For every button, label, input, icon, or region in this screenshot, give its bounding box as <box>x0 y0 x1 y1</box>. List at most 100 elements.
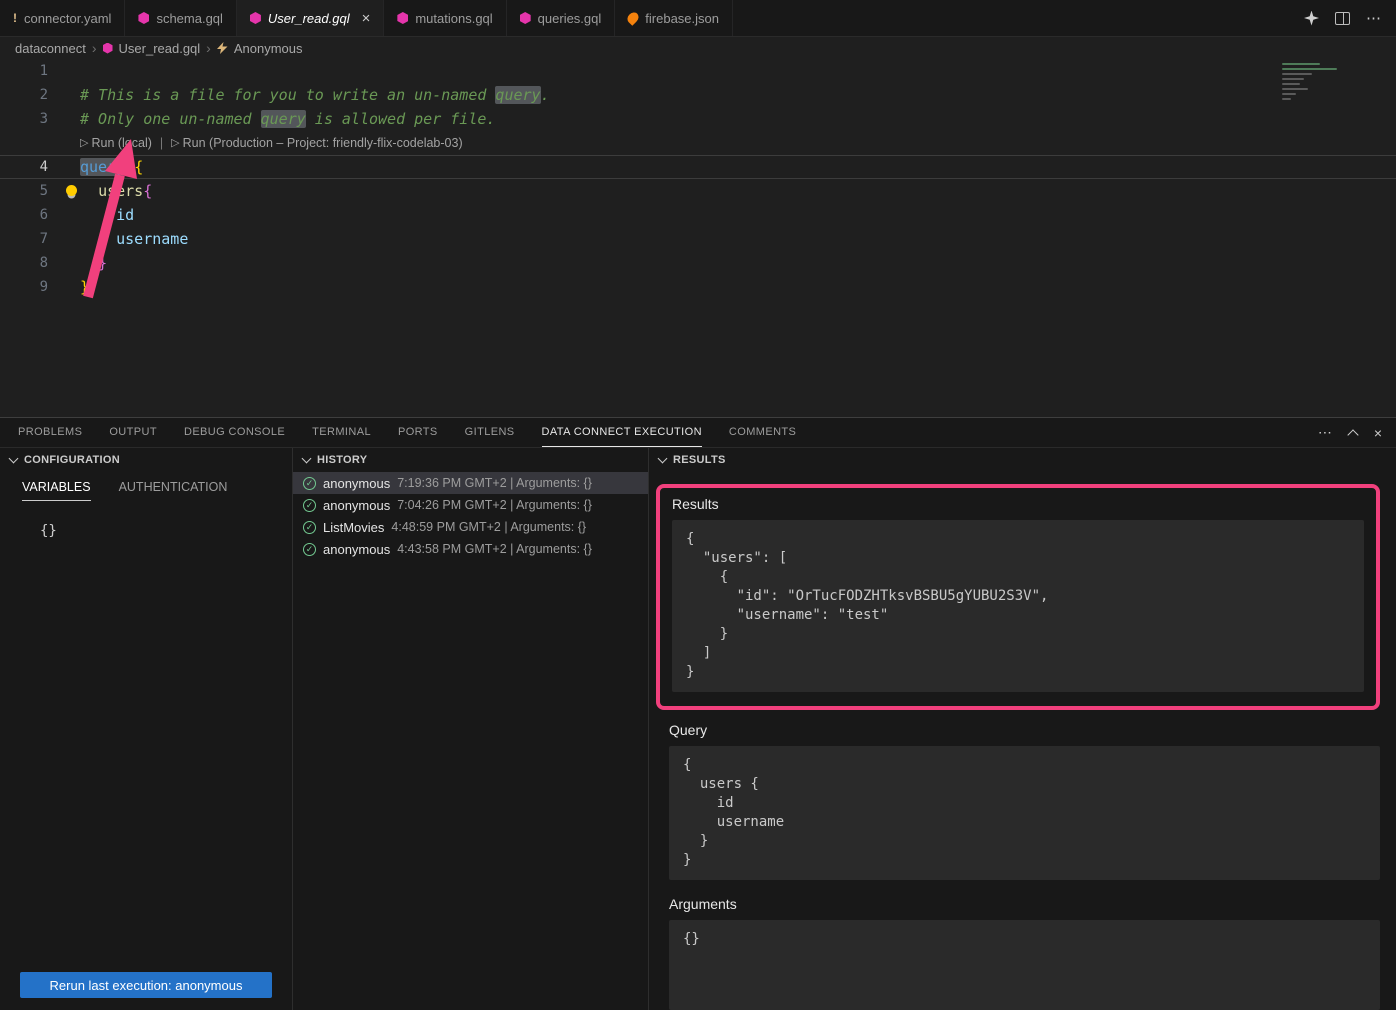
copilot-sparkle-icon[interactable] <box>1304 11 1319 26</box>
results-title: RESULTS <box>673 454 726 466</box>
tab-schema.gql[interactable]: schema.gql <box>125 0 236 36</box>
history-list: ✓anonymous7:19:36 PM GMT+2 | Arguments: … <box>293 472 648 1010</box>
history-title: HISTORY <box>317 454 367 466</box>
results-header[interactable]: RESULTS <box>649 448 1396 472</box>
minimap-mark <box>1282 63 1320 65</box>
config-tab-authentication[interactable]: AUTHENTICATION <box>119 480 228 501</box>
run-local-label: Run (local) <box>91 131 151 155</box>
editor-line[interactable]: 9} <box>0 275 1396 299</box>
editor-line[interactable]: 4query { <box>0 155 1396 179</box>
history-section: HISTORY ✓anonymous7:19:36 PM GMT+2 | Arg… <box>293 448 649 1010</box>
tab-label: connector.yaml <box>24 11 111 26</box>
breadcrumb-folder[interactable]: dataconnect <box>15 41 86 56</box>
codelens: ▷Run (local)|▷Run (Production – Project:… <box>0 131 1396 155</box>
arguments-label: Arguments <box>669 896 1380 912</box>
run-production-link[interactable]: ▷Run (Production – Project: friendly-fli… <box>171 131 462 155</box>
line-number: 3 <box>0 107 62 131</box>
line-content: # Only one un-named query is allowed per… <box>62 107 495 131</box>
graphql-icon <box>520 12 531 24</box>
rerun-button[interactable]: Rerun last execution: anonymous <box>20 972 272 998</box>
history-header[interactable]: HISTORY <box>293 448 648 472</box>
chevron-down-icon <box>658 454 668 464</box>
history-name: anonymous <box>323 476 390 491</box>
tab-label: queries.gql <box>538 11 602 26</box>
minimap[interactable] <box>1282 63 1382 100</box>
panel-tab-data-connect-execution[interactable]: DATA CONNECT EXECUTION <box>542 419 702 447</box>
history-item[interactable]: ✓anonymous4:43:58 PM GMT+2 | Arguments: … <box>293 538 648 560</box>
tab-mutations.gql[interactable]: mutations.gql <box>384 0 506 36</box>
check-icon: ✓ <box>303 521 316 534</box>
variables-value[interactable]: {} <box>40 523 292 539</box>
vscode-window: !connector.yamlschema.gql User_read.gql × m… <box>0 0 1396 1010</box>
line-number: 6 <box>0 203 62 227</box>
line-number: 1 <box>0 59 62 83</box>
tab-User_read.gql[interactable]: User_read.gql × <box>237 0 384 36</box>
editor-line[interactable]: 3# Only one un-named query is allowed pe… <box>0 107 1396 131</box>
lightbulb-icon[interactable] <box>66 185 77 196</box>
close-icon[interactable]: × <box>362 11 371 26</box>
results-content: Results { "users": [ { "id": "OrTucFODZH… <box>649 472 1396 1010</box>
line-number: 5 <box>0 179 62 203</box>
line-content <box>62 59 80 83</box>
graphql-icon <box>397 12 408 24</box>
editor-line[interactable]: 8 } <box>0 251 1396 275</box>
check-icon: ✓ <box>303 499 316 512</box>
editor[interactable]: 12# This is a file for you to write an u… <box>0 59 1396 417</box>
panel-tabs: PROBLEMS OUTPUT DEBUG CONSOLE TERMINAL PORTS… <box>18 419 823 447</box>
panel-more-icon[interactable]: ⋯ <box>1318 424 1332 441</box>
history-meta: 4:48:59 PM GMT+2 | Arguments: {} <box>391 520 586 534</box>
editor-line[interactable]: 2# This is a file for you to write an un… <box>0 83 1396 107</box>
minimap-mark <box>1282 68 1337 70</box>
tab-firebase.json[interactable]: firebase.json <box>615 0 733 36</box>
history-meta: 4:43:58 PM GMT+2 | Arguments: {} <box>397 542 592 556</box>
line-number: 2 <box>0 83 62 107</box>
editor-line[interactable]: 6 id <box>0 203 1396 227</box>
configuration-header[interactable]: CONFIGURATION <box>0 448 292 472</box>
breadcrumb: dataconnect › User_read.gql › Anonymous <box>0 37 1396 59</box>
tabbar-actions: ⋯ <box>1304 0 1396 36</box>
editor-line[interactable]: 5 users{ <box>0 179 1396 203</box>
codelens-separator: | <box>160 131 163 155</box>
panel-tab-terminal[interactable]: TERMINAL <box>312 419 371 446</box>
config-tab-variables[interactable]: VARIABLES <box>22 480 91 501</box>
play-icon: ▷ <box>171 138 179 149</box>
line-number: 7 <box>0 227 62 251</box>
annotation-highlight-box: Results { "users": [ { "id": "OrTucFODZH… <box>656 484 1380 710</box>
line-number: 9 <box>0 275 62 299</box>
panel-actions: ⋯ × <box>1318 424 1382 441</box>
run-local-link[interactable]: ▷Run (local) <box>80 131 152 155</box>
history-item[interactable]: ✓ListMovies4:48:59 PM GMT+2 | Arguments:… <box>293 516 648 538</box>
editor-line[interactable]: 1 <box>0 59 1396 83</box>
history-item[interactable]: ✓anonymous7:19:36 PM GMT+2 | Arguments: … <box>293 472 648 494</box>
minimap-mark <box>1282 98 1291 100</box>
panel-close-icon[interactable]: × <box>1374 425 1382 441</box>
tab-queries.gql[interactable]: queries.gql <box>507 0 616 36</box>
operation-symbol-icon <box>217 42 228 54</box>
split-editor-icon[interactable] <box>1335 12 1350 25</box>
panel-maximize-icon[interactable] <box>1347 429 1358 440</box>
chevron-right-icon: › <box>92 40 97 56</box>
more-actions-icon[interactable]: ⋯ <box>1366 9 1382 27</box>
panel-tab-gitlens[interactable]: GITLENS <box>465 419 515 446</box>
query-label: Query <box>669 722 1380 738</box>
line-content: username <box>62 227 188 251</box>
check-icon: ✓ <box>303 543 316 556</box>
chevron-down-icon <box>9 454 19 464</box>
panel-tab-output[interactable]: OUTPUT <box>109 419 157 446</box>
editor-line[interactable]: 7 username <box>0 227 1396 251</box>
breadcrumb-file[interactable]: User_read.gql <box>119 41 201 56</box>
tab-connector.yaml[interactable]: !connector.yaml <box>0 0 125 36</box>
panel-tab-comments[interactable]: COMMENTS <box>729 419 796 446</box>
editor-code-lines: 12# This is a file for you to write an u… <box>0 59 1396 299</box>
configuration-title: CONFIGURATION <box>24 454 120 466</box>
breadcrumb-symbol[interactable]: Anonymous <box>234 41 303 56</box>
panel-tab-problems[interactable]: PROBLEMS <box>18 419 82 446</box>
line-content: users{ <box>62 179 152 203</box>
history-item[interactable]: ✓anonymous7:04:26 PM GMT+2 | Arguments: … <box>293 494 648 516</box>
play-icon: ▷ <box>80 138 88 149</box>
editor-tabs: !connector.yamlschema.gql User_read.gql × m… <box>0 0 733 36</box>
panel-tab-ports[interactable]: PORTS <box>398 419 438 446</box>
panel-tab-debug-console[interactable]: DEBUG CONSOLE <box>184 419 285 446</box>
tab-label: User_read.gql <box>268 11 350 26</box>
chevron-right-icon: › <box>206 40 211 56</box>
